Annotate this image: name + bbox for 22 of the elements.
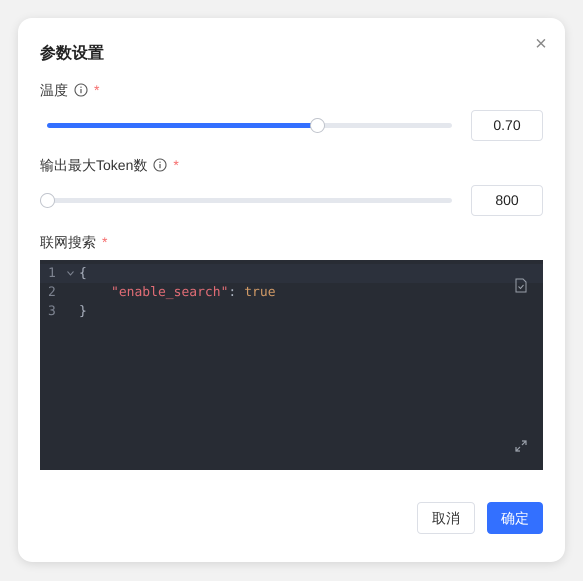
number-field[interactable]: 0.70 (471, 110, 543, 141)
number-field[interactable]: 800 (471, 185, 543, 216)
code-line: { (79, 264, 87, 283)
line-number: 3 (47, 302, 57, 321)
field-label: 联网搜索 (40, 232, 96, 252)
required-mark: * (102, 232, 108, 252)
line-number: 2 (47, 284, 57, 302)
field-label: 温度 (40, 80, 68, 100)
code-editor[interactable]: 1 { 2 "enable_search": true 3 } (40, 260, 543, 470)
code-line: "enable_search": true (110, 284, 276, 302)
expand-icon[interactable] (515, 440, 527, 452)
dialog-title: 参数设置 (40, 43, 105, 64)
required-mark: * (173, 156, 179, 174)
cancel-button[interactable]: 取消 (417, 502, 475, 534)
field-label: 输出最大Token数 (40, 156, 148, 174)
document-check-icon[interactable] (515, 278, 527, 293)
required-mark: * (94, 80, 100, 100)
fold-caret-icon[interactable] (67, 271, 74, 276)
close-button[interactable]: × (533, 34, 549, 54)
confirm-button[interactable]: 确定 (487, 502, 543, 534)
code-line: } (79, 302, 87, 321)
line-number: 1 (47, 264, 57, 283)
